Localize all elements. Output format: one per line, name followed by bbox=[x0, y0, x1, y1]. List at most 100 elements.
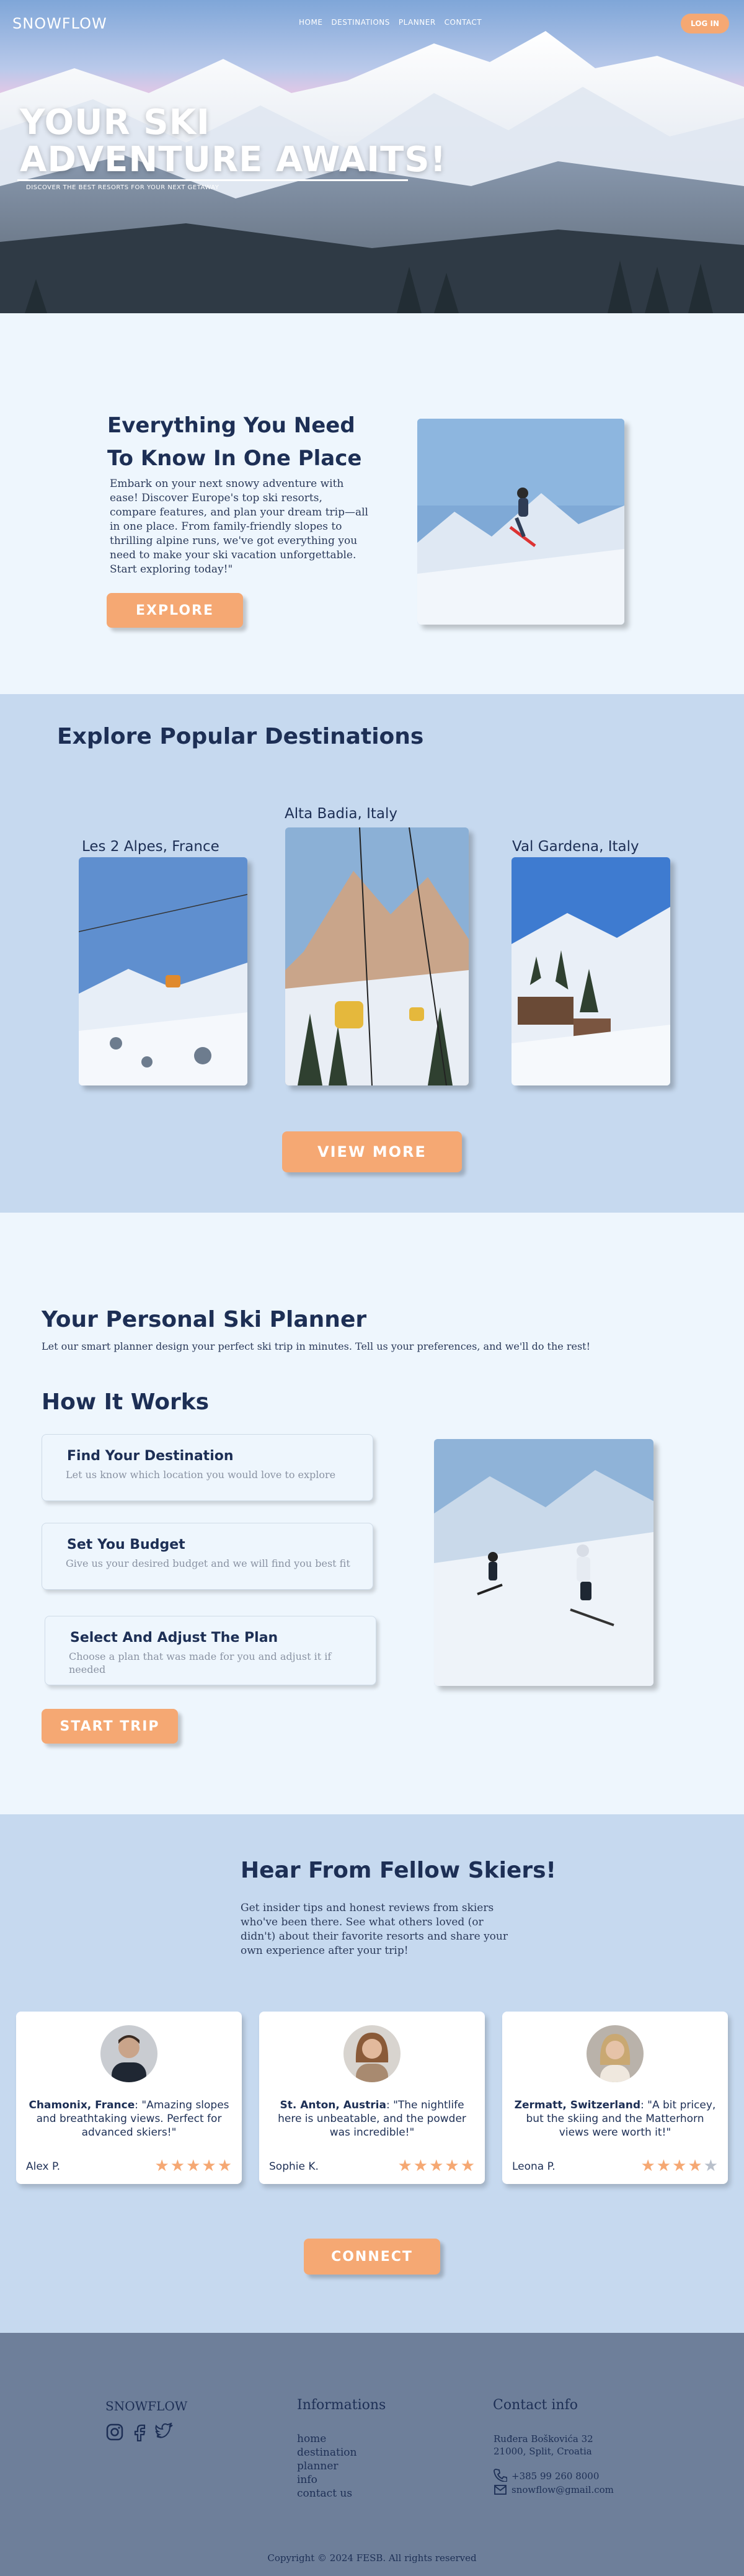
star-icon: ★ bbox=[429, 2157, 445, 2175]
review-text: Chamonix, France: "Amazing slopes and br… bbox=[25, 2098, 233, 2139]
star-icon: ★ bbox=[217, 2157, 233, 2175]
footer-link-destination[interactable]: destination bbox=[297, 2446, 356, 2459]
star-icon: ★ bbox=[202, 2157, 218, 2175]
review-place: St. Anton, Austria bbox=[280, 2099, 386, 2111]
destinations-section: Explore Popular Destinations Les 2 Alpes… bbox=[0, 694, 744, 1213]
email-address[interactable]: snowflow@gmail.com bbox=[512, 2484, 614, 2495]
how-it-works-heading: How It Works bbox=[42, 1389, 210, 1415]
social-icons bbox=[105, 2423, 175, 2441]
login-button[interactable]: LOG IN bbox=[681, 14, 729, 33]
planner-heading: Your Personal Ski Planner bbox=[42, 1307, 367, 1332]
testimonials-heading: Hear From Fellow Skiers! bbox=[241, 1858, 556, 1883]
view-more-button[interactable]: VIEW MORE bbox=[282, 1131, 462, 1172]
star-rating: ★★★★★ bbox=[154, 2157, 233, 2175]
destination-caption: Val Gardena, Italy bbox=[512, 839, 639, 855]
review-card: Zermatt, Switzerland: "A bit pricey, but… bbox=[502, 2012, 728, 2184]
destination-card-alta-badia[interactable] bbox=[285, 827, 469, 1085]
step-title: Select And Adjust The Plan bbox=[70, 1630, 278, 1646]
step-text: Choose a plan that was made for you and … bbox=[69, 1651, 332, 1675]
address-line2: 21000, Split, Croatia bbox=[494, 2446, 592, 2457]
intro-heading: Everything You Need To Know In One Place bbox=[107, 413, 362, 471]
review-text: St. Anton, Austria: "The nightlife here … bbox=[268, 2098, 476, 2139]
address-line1: Ruđera Boškovića 32 bbox=[494, 2433, 593, 2445]
review-place: Chamonix, France bbox=[29, 2099, 135, 2111]
star-icon: ★ bbox=[413, 2157, 430, 2175]
facebook-icon[interactable] bbox=[133, 2423, 146, 2441]
connect-button[interactable]: CONNECT bbox=[304, 2239, 440, 2275]
nav-link-planner[interactable]: PLANNER bbox=[399, 18, 436, 27]
step-text: Let us know which location you would lov… bbox=[66, 1469, 336, 1481]
star-icon: ★ bbox=[460, 2157, 476, 2175]
footer-link-contact[interactable]: contact us bbox=[297, 2487, 356, 2500]
planner-lead: Let our smart planner design your perfec… bbox=[42, 1340, 591, 1352]
step-card-plan: Select And Adjust The Plan Choose a plan… bbox=[45, 1616, 376, 1685]
info-heading: Informations bbox=[297, 2397, 386, 2413]
top-nav: SNOWFLOW HOME DESTINATIONS PLANNER CONTA… bbox=[0, 0, 744, 45]
review-author: Alex P. bbox=[26, 2160, 60, 2173]
intro-section: Everything You Need To Know In One Place… bbox=[0, 313, 744, 694]
avatar bbox=[587, 2025, 644, 2082]
hero-divider bbox=[17, 179, 408, 181]
footer-brand: SNOWFLOW bbox=[105, 2399, 188, 2413]
hero-title-line1: YOUR SKI bbox=[20, 102, 210, 143]
copyright: Copyright © 2024 FESB. All rights reserv… bbox=[267, 2552, 477, 2564]
footer-link-info[interactable]: info bbox=[297, 2473, 356, 2487]
nav-menu: HOME DESTINATIONS PLANNER CONTACT bbox=[299, 18, 482, 27]
star-icon: ★ bbox=[656, 2157, 673, 2175]
destinations-heading: Explore Popular Destinations bbox=[57, 724, 424, 749]
destination-caption: Les 2 Alpes, France bbox=[82, 839, 219, 855]
intro-text: Embark on your next snowy adventure with… bbox=[110, 478, 368, 576]
nav-link-contact[interactable]: CONTACT bbox=[445, 18, 482, 27]
review-card: St. Anton, Austria: "The nightlife here … bbox=[259, 2012, 485, 2184]
star-icon: ★ bbox=[445, 2157, 461, 2175]
phone-number[interactable]: +385 99 260 8000 bbox=[512, 2471, 599, 2482]
destination-card-les-2-alpes[interactable] bbox=[79, 857, 247, 1085]
email-icon bbox=[494, 2485, 507, 2495]
step-title: Find Your Destination bbox=[67, 1448, 234, 1464]
contact-heading: Contact info bbox=[493, 2397, 578, 2413]
avatar bbox=[100, 2025, 157, 2082]
footer-links: home destination planner info contact us bbox=[297, 2432, 356, 2500]
star-rating: ★★★★★ bbox=[397, 2157, 476, 2175]
review-author: Sophie K. bbox=[269, 2160, 319, 2173]
nav-link-home[interactable]: HOME bbox=[299, 18, 322, 27]
destination-card-val-gardena[interactable] bbox=[512, 857, 670, 1085]
nav-link-destinations[interactable]: DESTINATIONS bbox=[331, 18, 389, 27]
hero-title-line2: ADVENTURE AWAITS! bbox=[20, 140, 447, 180]
hero-subtitle: DISCOVER THE BEST RESORTS FOR YOUR NEXT … bbox=[26, 184, 219, 191]
destination-caption: Alta Badia, Italy bbox=[285, 806, 398, 822]
star-icon: ★ bbox=[397, 2157, 414, 2175]
star-rating: ★★★★★ bbox=[640, 2157, 719, 2175]
star-icon: ★ bbox=[672, 2157, 688, 2175]
step-card-budget: Set You Budget Give us your desired budg… bbox=[42, 1523, 373, 1590]
star-icon: ★ bbox=[688, 2157, 704, 2175]
star-icon: ★ bbox=[170, 2157, 187, 2175]
star-icon: ★ bbox=[640, 2157, 657, 2175]
review-card: Chamonix, France: "Amazing slopes and br… bbox=[16, 2012, 242, 2184]
star-icon: ★ bbox=[186, 2157, 202, 2175]
twitter-icon[interactable] bbox=[155, 2423, 175, 2441]
testimonials-section: Hear From Fellow Skiers! Get insider tip… bbox=[0, 1814, 744, 2333]
phone-icon bbox=[494, 2469, 507, 2482]
review-place: Zermatt, Switzerland bbox=[514, 2099, 640, 2111]
star-icon: ★ bbox=[703, 2157, 719, 2175]
review-author: Leona P. bbox=[512, 2160, 556, 2173]
step-card-destination: Find Your Destination Let us know which … bbox=[42, 1434, 373, 1501]
ski-jumper-image bbox=[417, 419, 624, 625]
footer-link-home[interactable]: home bbox=[297, 2432, 356, 2446]
star-icon: ★ bbox=[154, 2157, 170, 2175]
step-text: Give us your desired budget and we will … bbox=[66, 1558, 350, 1569]
footer: SNOWFLOW Informations home destination p… bbox=[0, 2333, 744, 2576]
instagram-icon[interactable] bbox=[105, 2423, 124, 2441]
step-title: Set You Budget bbox=[67, 1537, 185, 1553]
skiers-image bbox=[434, 1439, 653, 1686]
explore-button[interactable]: EXPLORE bbox=[107, 593, 243, 628]
start-trip-button[interactable]: START TRIP bbox=[42, 1709, 178, 1744]
review-text: Zermatt, Switzerland: "A bit pricey, but… bbox=[511, 2098, 719, 2139]
footer-link-planner[interactable]: planner bbox=[297, 2459, 356, 2473]
logo[interactable]: SNOWFLOW bbox=[12, 15, 107, 32]
testimonials-lead: Get insider tips and honest reviews from… bbox=[241, 1902, 508, 1957]
hero-title: YOUR SKI ADVENTURE AWAITS! bbox=[20, 104, 446, 179]
planner-section: Your Personal Ski Planner Let our smart … bbox=[0, 1213, 744, 1814]
hero-section: SNOWFLOW HOME DESTINATIONS PLANNER CONTA… bbox=[0, 0, 744, 313]
